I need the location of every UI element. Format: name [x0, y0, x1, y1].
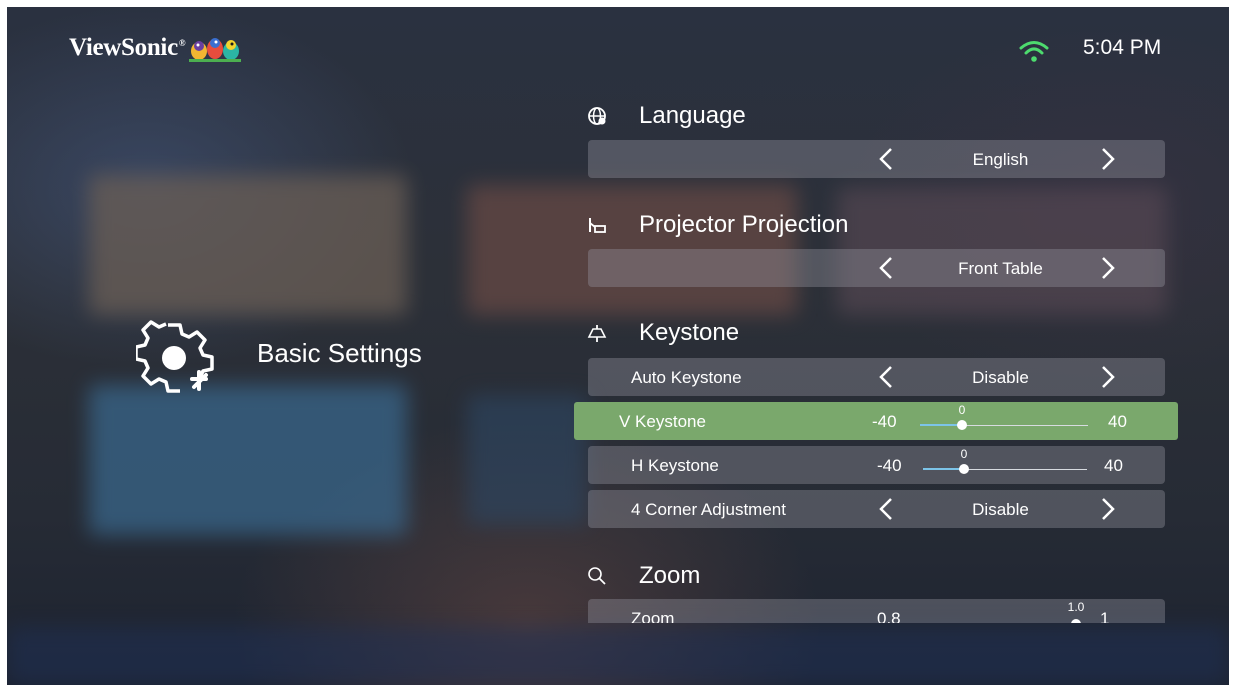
h-keystone-slider[interactable]: H Keystone -40 0 40: [588, 446, 1165, 484]
slider-value: 0: [958, 403, 966, 417]
slider-knob[interactable]: [959, 464, 969, 474]
slider-max: 1: [1100, 609, 1110, 623]
corner-adjustment-value: Disable: [972, 500, 1029, 519]
projection-selector[interactable]: Front Table: [588, 249, 1165, 287]
chevron-right-icon[interactable]: [1099, 365, 1117, 389]
projector-screen: ViewSonic® 5:04 PM Basic Settings Langua…: [7, 7, 1229, 685]
language-selector[interactable]: English: [588, 140, 1165, 178]
chevron-left-icon[interactable]: [877, 497, 895, 521]
slider-fill: [920, 424, 962, 426]
chevron-right-icon[interactable]: [1099, 256, 1117, 280]
slider-min: -40: [872, 412, 897, 431]
zoom-label: Zoom: [631, 609, 675, 623]
chevron-left-icon[interactable]: [877, 365, 895, 389]
zoom-slider[interactable]: Zoom 0.8 1.0 1: [588, 599, 1165, 623]
section-title: Language: [639, 102, 746, 129]
zoom-icon: [585, 564, 609, 588]
section-keystone: Keystone: [585, 316, 739, 350]
language-value: English: [972, 150, 1029, 169]
auto-keystone-selector[interactable]: Auto Keystone Disable: [588, 358, 1165, 396]
background-tile: [7, 627, 1229, 685]
section-title: Keystone: [639, 319, 740, 346]
corner-adjustment-selector[interactable]: 4 Corner Adjustment Disable: [588, 490, 1165, 528]
section-title: Zoom: [639, 562, 701, 589]
projection-value: Front Table: [958, 259, 1043, 278]
v-keystone-label: V Keystone: [619, 412, 706, 431]
keystone-icon: [585, 321, 609, 345]
section-language: Language: [585, 99, 746, 133]
slider-min: -40: [877, 456, 902, 475]
corner-adjustment-label: 4 Corner Adjustment: [631, 500, 786, 519]
section-title: Projector Projection: [639, 211, 849, 238]
slider-max: 40: [1104, 456, 1123, 475]
auto-keystone-label: Auto Keystone: [631, 368, 742, 387]
h-keystone-label: H Keystone: [631, 456, 719, 475]
chevron-left-icon[interactable]: [877, 147, 895, 171]
section-zoom: Zoom: [585, 559, 700, 593]
chevron-right-icon[interactable]: [1099, 147, 1117, 171]
slider-min: 0.8: [877, 609, 901, 623]
slider-fill: [923, 468, 964, 470]
v-keystone-slider[interactable]: V Keystone -40 0 40: [574, 402, 1178, 440]
slider-knob[interactable]: [957, 420, 967, 430]
auto-keystone-value: Disable: [972, 368, 1029, 387]
slider-value: 1.0: [1067, 600, 1085, 614]
slider-value: 0: [960, 447, 968, 461]
chevron-right-icon[interactable]: [1099, 497, 1117, 521]
slider-knob[interactable]: [1071, 619, 1081, 623]
projector-icon: [585, 213, 609, 237]
slider-max: 40: [1108, 412, 1127, 431]
globe-icon: [585, 104, 609, 128]
chevron-left-icon[interactable]: [877, 256, 895, 280]
section-projection: Projector Projection: [585, 208, 848, 242]
